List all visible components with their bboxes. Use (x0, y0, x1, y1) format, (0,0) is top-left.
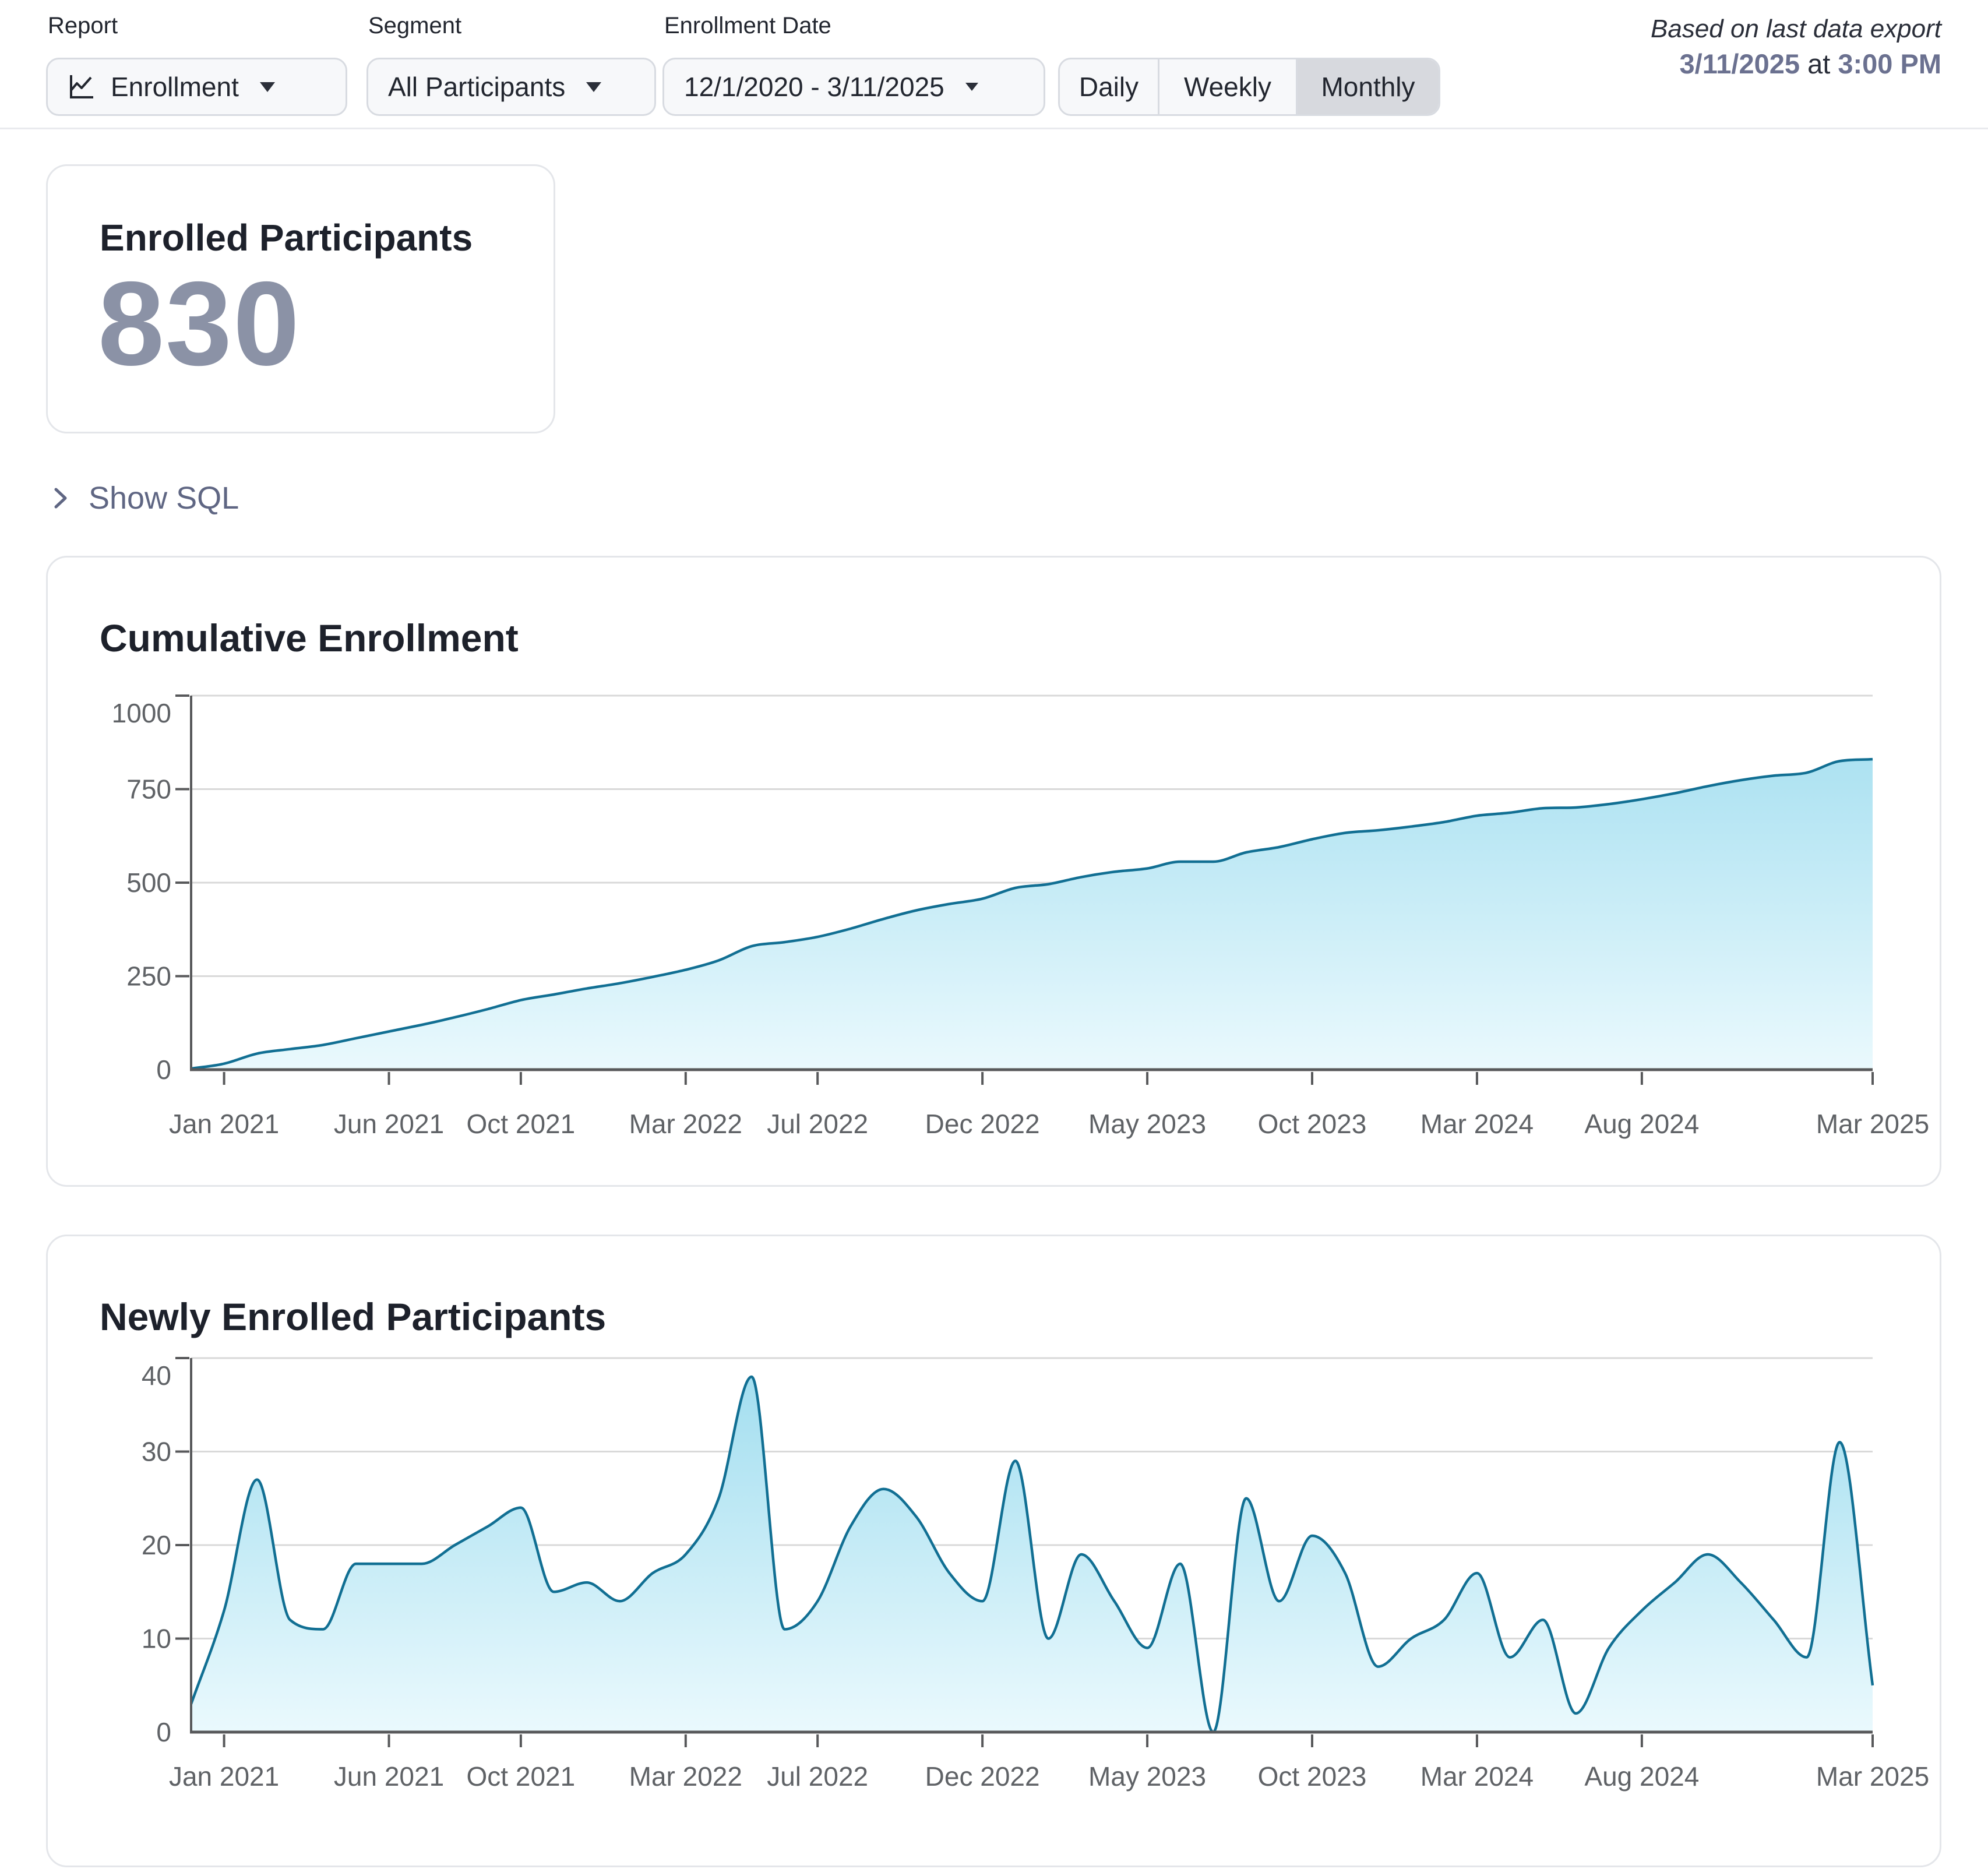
x-axis-tick-label: Oct 2023 (1258, 1109, 1367, 1139)
x-axis-tick-label: Oct 2021 (467, 1761, 576, 1792)
x-axis-tick-label: Aug 2024 (1584, 1109, 1699, 1139)
newly-enrolled-chart[interactable]: 0 10 20 30 40 Jan 2021 Jun 2021 Oct 2021 Mar 202… (48, 1236, 1943, 1869)
x-axis-tick-label: Mar 2022 (629, 1109, 742, 1139)
enrollment-date-dropdown[interactable]: 12/1/2020 - 3/11/2025 (662, 58, 1045, 116)
x-axis-tick-label: Dec 2022 (925, 1761, 1040, 1792)
line-chart-icon (68, 73, 96, 101)
x-axis-tick-label: Jun 2021 (334, 1109, 444, 1139)
x-axis-tick-label: Mar 2024 (1420, 1761, 1534, 1792)
x-axis-tick-label: Mar 2025 (1816, 1761, 1929, 1792)
x-axis-tick-label: Mar 2024 (1420, 1109, 1534, 1139)
chevron-down-icon (586, 82, 601, 92)
cumulative-enrollment-chart[interactable]: 0 250 500 750 1000 Jan 2021 Jun 2021 Oct 2021 Ma… (48, 558, 1943, 1189)
enrollment-date-label: Enrollment Date (664, 13, 831, 39)
x-axis-tick-label: Aug 2024 (1584, 1761, 1699, 1792)
y-axis-tick-label: 20 (142, 1530, 171, 1560)
y-axis-tick-label: 1000 (112, 698, 171, 728)
x-axis-tick-label: Jan 2021 (169, 1761, 279, 1792)
y-axis-tick-label: 10 (142, 1624, 171, 1654)
newly-enrolled-card: Newly Enrolled Participants 010203040Jan… (46, 1235, 1941, 1867)
show-sql-label: Show SQL (89, 480, 239, 516)
x-axis-tick-label: Jan 2021 (169, 1109, 279, 1139)
export-note-line2: 3/11/2025 at 3:00 PM (1651, 47, 1941, 82)
chevron-down-icon (260, 82, 275, 92)
y-axis-tick-label: 0 (156, 1055, 171, 1085)
x-axis-tick-label: Dec 2022 (925, 1109, 1040, 1139)
y-axis-tick-label: 750 (126, 774, 171, 805)
x-axis-tick-label: Jul 2022 (767, 1109, 868, 1139)
granularity-monthly-button[interactable]: Monthly (1298, 59, 1439, 114)
stat-card-title: Enrolled Participants (100, 216, 473, 259)
report-dropdown-value: Enrollment (111, 71, 239, 103)
export-note: Based on last data export 3/11/2025 at 3… (1651, 13, 1941, 82)
x-axis-tick-label: Jun 2021 (334, 1761, 444, 1792)
granularity-toggle: DailyWeeklyMonthly (1058, 58, 1440, 116)
enrollment-date-value: 12/1/2020 - 3/11/2025 (684, 71, 944, 103)
y-axis-tick-label: 500 (126, 868, 171, 898)
granularity-weekly-button[interactable]: Weekly (1159, 59, 1298, 114)
chevron-down-icon (965, 83, 978, 91)
x-axis-tick-label: Oct 2021 (467, 1109, 576, 1139)
cumulative-enrollment-card: Cumulative Enrollment 02505007501000Jan … (46, 556, 1941, 1187)
segment-label: Segment (368, 13, 461, 39)
export-note-line1: Based on last data export (1651, 13, 1941, 45)
chevron-right-icon (49, 484, 72, 513)
y-axis-tick-label: 0 (156, 1717, 171, 1747)
x-axis-tick-label: Oct 2023 (1258, 1761, 1367, 1792)
stat-card-value: 830 (98, 264, 301, 383)
segment-dropdown[interactable]: All Participants (366, 58, 656, 116)
export-sep: at (1800, 48, 1838, 79)
y-axis-tick-label: 30 (142, 1437, 171, 1467)
report-dropdown[interactable]: Enrollment (46, 58, 347, 116)
x-axis-tick-label: Jul 2022 (767, 1761, 868, 1792)
export-date: 3/11/2025 (1680, 48, 1800, 79)
granularity-daily-button[interactable]: Daily (1060, 59, 1159, 114)
x-axis-tick-label: May 2023 (1088, 1109, 1206, 1139)
y-axis-tick-label: 40 (142, 1360, 171, 1391)
y-axis-tick-label: 250 (126, 961, 171, 992)
x-axis-tick-label: May 2023 (1088, 1761, 1206, 1792)
x-axis-tick-label: Mar 2025 (1816, 1109, 1929, 1139)
enrolled-participants-card: Enrolled Participants 830 (46, 164, 555, 433)
toolbar-divider (0, 128, 1988, 129)
x-axis-tick-label: Mar 2022 (629, 1761, 742, 1792)
report-label: Report (48, 13, 118, 39)
segment-dropdown-value: All Participants (388, 71, 565, 103)
export-time: 3:00 PM (1838, 48, 1941, 79)
show-sql-toggle[interactable]: Show SQL (49, 478, 239, 519)
